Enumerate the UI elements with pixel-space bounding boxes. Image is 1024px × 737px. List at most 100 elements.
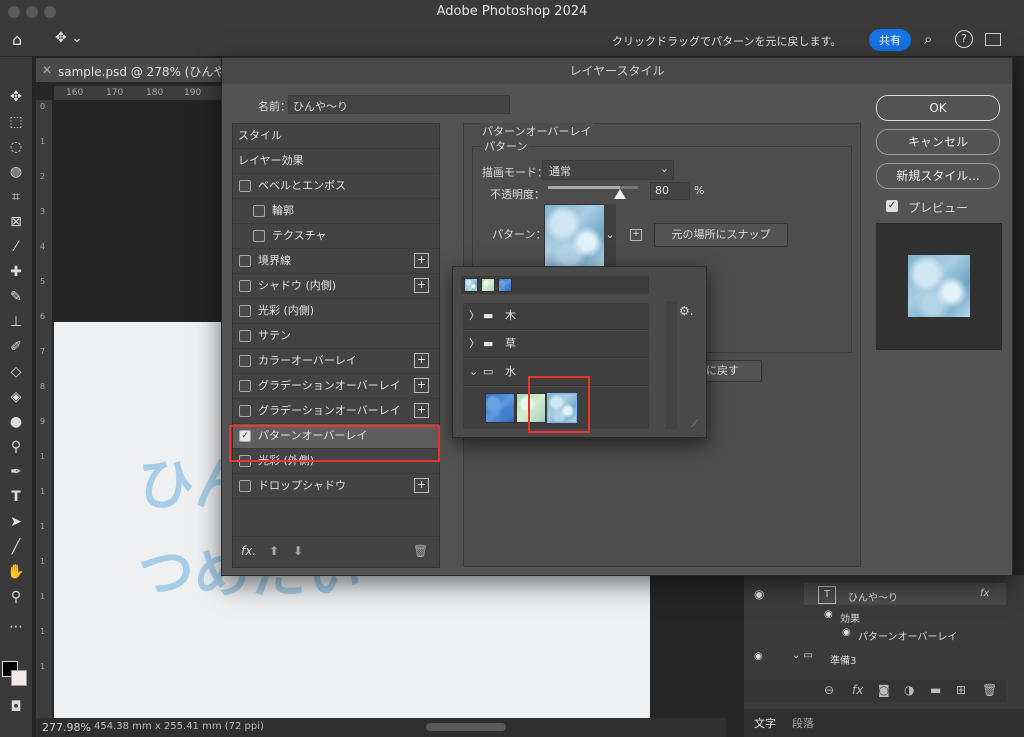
path-select-icon[interactable]: ➤ — [5, 512, 27, 532]
layer-row[interactable]: ◉ T ひんや〜り fx — [744, 583, 1006, 605]
hand-icon[interactable]: ✋ — [5, 562, 27, 582]
opacity-input[interactable]: 80 — [650, 182, 690, 200]
layer-effect-row[interactable]: ◉ パターンオーバーレイ — [744, 625, 1006, 645]
type-icon[interactable]: T — [5, 487, 27, 507]
move-up-icon[interactable]: ⬆ — [269, 544, 279, 558]
move-tool-icon[interactable]: ✥ ⌄ — [55, 30, 83, 46]
crop-icon[interactable]: ⌗ — [5, 187, 27, 207]
style-item[interactable]: 境界線 + — [233, 249, 439, 274]
stamp-icon[interactable]: ⊥ — [5, 312, 27, 332]
style-item[interactable]: スタイル — [233, 124, 439, 149]
tab-character[interactable]: 文字 — [754, 715, 776, 731]
add-pattern-icon[interactable]: + — [630, 229, 642, 241]
style-item[interactable]: 光彩 (内側) — [233, 299, 439, 324]
snap-to-origin-button[interactable]: 元の場所にスナップ — [654, 223, 788, 247]
frame-icon[interactable]: ⊠ — [5, 212, 27, 232]
new-group-icon[interactable]: ▬ — [930, 683, 941, 697]
style-checkbox[interactable] — [239, 330, 251, 342]
add-effect-icon[interactable]: + — [414, 378, 429, 393]
visibility-eye-icon[interactable]: ◉ — [824, 609, 833, 620]
line-icon[interactable]: ╱ — [5, 537, 27, 557]
marquee-icon[interactable]: ⬚ — [5, 112, 27, 132]
style-checkbox[interactable] — [239, 255, 251, 267]
help-icon[interactable]: ? — [955, 30, 973, 48]
quick-mask-icon[interactable]: ◘ — [5, 697, 27, 717]
name-input[interactable]: ひんや〜り — [288, 95, 510, 114]
pen-icon[interactable]: ✒ — [5, 462, 27, 482]
picker-settings-icon[interactable]: ⚙. — [679, 304, 694, 318]
opacity-slider[interactable] — [548, 186, 638, 199]
preview-checkbox[interactable]: ✓ — [886, 200, 898, 212]
recent-pattern-swatch[interactable] — [464, 278, 478, 292]
fx-icon[interactable]: fx — [980, 588, 989, 599]
style-checkbox[interactable] — [239, 480, 251, 492]
dodge-icon[interactable]: ⚲ — [5, 437, 27, 457]
visibility-eye-icon[interactable]: ◉ — [754, 587, 764, 601]
eyedropper-icon[interactable]: ⁄ — [5, 237, 27, 257]
style-item[interactable]: ドロップシャドウ + — [233, 474, 439, 499]
home-icon[interactable]: ⌂ — [12, 30, 22, 49]
document-tab[interactable]: ✕ sample.psd @ 278% (ひんや〜 — [36, 58, 237, 82]
workspace-icon[interactable] — [985, 33, 1001, 46]
cancel-button[interactable]: キャンセル — [876, 129, 1000, 155]
style-checkbox[interactable] — [239, 305, 251, 317]
close-tab-icon[interactable]: ✕ — [42, 63, 52, 77]
style-checkbox[interactable] — [239, 280, 251, 292]
brush-icon[interactable]: ✎ — [5, 287, 27, 307]
move-down-icon[interactable]: ⬇ — [293, 544, 303, 558]
style-item[interactable]: 輪郭 — [233, 199, 439, 224]
new-style-button[interactable]: 新規スタイル... — [876, 163, 1000, 189]
pattern-swatch[interactable] — [544, 204, 606, 268]
healing-icon[interactable]: ✚ — [5, 262, 27, 282]
add-effect-icon[interactable]: + — [414, 253, 429, 268]
style-item[interactable]: シャドウ (内側) + — [233, 274, 439, 299]
style-item[interactable]: カラーオーバーレイ + — [233, 349, 439, 374]
lasso-icon[interactable]: ◌ — [5, 137, 27, 157]
folder-row-grass[interactable]: 〉 ▬ 草 — [463, 331, 649, 358]
style-checkbox[interactable] — [239, 405, 251, 417]
more-tools-icon[interactable]: ⋯ — [5, 617, 27, 637]
pattern-dropdown-chevron[interactable]: ⌄ — [604, 204, 616, 266]
background-color-swatch[interactable] — [11, 670, 27, 686]
style-checkbox[interactable] — [239, 380, 251, 392]
resize-grip-icon[interactable]: ⟋ — [691, 419, 698, 430]
folder-row-wood[interactable]: 〉 ▬ 木 — [463, 303, 649, 330]
layer-group-row[interactable]: ◉ ⌄ ▭ 準備3 — [744, 649, 1006, 669]
blur-icon[interactable]: ● — [5, 412, 27, 432]
history-brush-icon[interactable]: ✐ — [5, 337, 27, 357]
picker-scrollbar[interactable] — [665, 301, 677, 429]
share-button[interactable]: 共有 — [869, 29, 911, 51]
delete-effect-icon[interactable]: 🗑 — [413, 544, 428, 558]
zoom-icon[interactable]: ⚲ — [5, 587, 27, 607]
style-item[interactable]: グラデーションオーバーレイ + — [233, 399, 439, 424]
tab-paragraph[interactable]: 段落 — [792, 715, 814, 731]
style-item[interactable]: グラデーションオーバーレイ + — [233, 374, 439, 399]
opacity-slider-thumb[interactable] — [614, 189, 626, 199]
style-checkbox[interactable] — [239, 355, 251, 367]
add-effect-icon[interactable]: + — [414, 353, 429, 368]
style-item[interactable]: サテン — [233, 324, 439, 349]
recent-pattern-swatch[interactable] — [498, 278, 512, 292]
style-item[interactable]: テクスチャ — [233, 224, 439, 249]
style-checkbox[interactable] — [253, 205, 265, 217]
move-icon[interactable]: ✥ — [5, 87, 27, 107]
eraser-icon[interactable]: ◇ — [5, 362, 27, 382]
mask-icon[interactable]: ◙ — [878, 683, 890, 697]
visibility-eye-icon[interactable]: ◉ — [754, 651, 763, 662]
search-icon[interactable]: ⌕ — [924, 30, 932, 48]
quick-select-icon[interactable]: ◍ — [5, 162, 27, 182]
paint-bucket-icon[interactable]: ◈ — [5, 387, 27, 407]
water-pattern-1[interactable] — [485, 393, 515, 423]
zoom-level[interactable]: 277.98% — [42, 721, 91, 734]
horizontal-scrollbar[interactable] — [426, 723, 506, 731]
visibility-eye-icon[interactable]: ◉ — [842, 627, 851, 638]
blend-mode-select[interactable]: 通常 ⌄ — [542, 160, 674, 180]
adjustment-icon[interactable]: ◑ — [904, 683, 914, 697]
trash-icon[interactable]: 🗑 — [982, 683, 997, 697]
add-effect-icon[interactable]: + — [414, 478, 429, 493]
style-item[interactable]: ベベルとエンボス — [233, 174, 439, 199]
link-icon[interactable]: ⊖ — [824, 683, 834, 697]
recent-pattern-swatch[interactable] — [481, 278, 495, 292]
ok-button[interactable]: OK — [876, 95, 1000, 121]
new-layer-icon[interactable]: ⊞ — [956, 683, 966, 697]
